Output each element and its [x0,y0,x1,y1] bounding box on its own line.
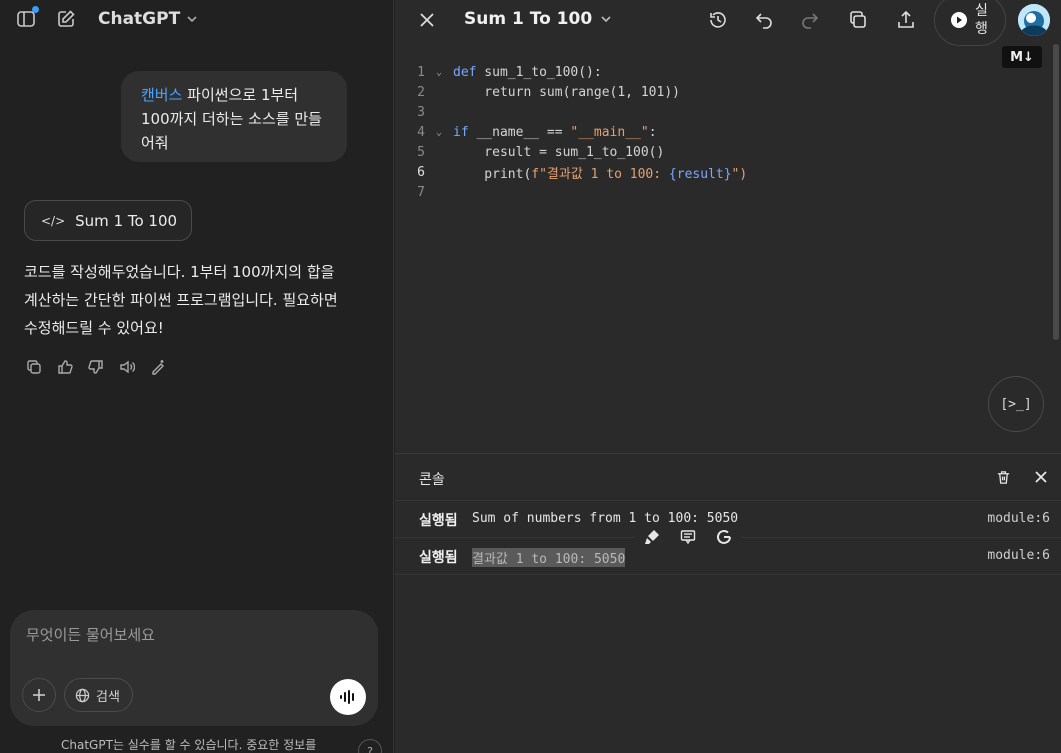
history-icon[interactable] [706,8,730,32]
canvas-tag: 캔버스 [141,86,183,104]
console-source-link[interactable]: module:6 [987,511,1050,526]
code-line: 6 print(f"결과값 1 to 100: {result}") [395,162,747,182]
notification-dot [32,6,39,13]
disclaimer-text: ChatGPT는 실수를 할 수 있습니다. 중요한 정보를 [61,738,317,752]
assistant-message: 코드를 작성해두었습니다. 1부터 100까지의 합을 계산하는 간단한 파이썬… [24,263,338,337]
model-selector[interactable]: ChatGPT [98,9,198,29]
code-token: f"결과값 1 to 100: [531,166,669,182]
sidebar-toggle-icon[interactable] [15,6,39,30]
run-button[interactable]: 실행 [934,0,1006,46]
code-token: result = sum_1_to_100() [453,144,665,160]
chevron-down-icon [601,16,611,23]
undo-icon[interactable] [752,8,776,32]
line-number: 5 [417,144,425,160]
redo-icon[interactable] [798,8,822,32]
composer-input[interactable]: 무엇이든 물어보세요 [26,624,155,645]
doc-title-menu[interactable]: Sum 1 To 100 [464,9,612,29]
trash-icon[interactable] [994,468,1012,486]
line-number: 1 [417,64,425,80]
scrollbar-thumb[interactable] [1053,44,1059,340]
line-number: 4 [417,124,425,140]
code-token: {result} [668,166,732,182]
new-chat-icon[interactable] [55,8,77,30]
fold-chevron-icon[interactable]: ⌄ [425,67,453,78]
run-label: 실행 [975,3,988,37]
code-line: 4 ⌄ if __name__ == "__main__": [395,122,657,142]
console-panel: 콘솔 실행됨 Sum of numbers from 1 to 100: 505… [395,453,1061,753]
highlighter-icon[interactable] [643,528,661,546]
search-label: 검색 [96,689,120,705]
waveform-icon [340,690,354,704]
console-header: 콘솔 [395,454,1061,501]
canvas-pane: Sum 1 To 100 실행 M↓ 1 ⌄ def sum_1_to_100(… [395,0,1061,753]
attach-button[interactable] [22,678,56,712]
code-line: 7 [395,182,453,202]
code-line: 2 return sum(range(1, 101)) [395,82,680,102]
message-actions [24,357,168,377]
copy-icon[interactable] [24,357,44,377]
console-title: 콘솔 [419,472,445,488]
selection-toolbar [635,524,741,550]
doc-title: Sum 1 To 100 [464,9,593,29]
help-button[interactable]: ? [358,739,382,753]
plus-icon [33,689,45,701]
thumbs-down-icon[interactable] [86,357,106,377]
canvas-doc-label: Sum 1 To 100 [75,211,178,230]
copy-icon[interactable] [846,8,870,32]
line-number: 3 [417,104,425,120]
edit-in-canvas-icon[interactable] [148,357,168,377]
search-button[interactable]: 검색 [64,678,133,712]
code-token: __name__ == [468,124,571,140]
code-token: "__main__" [570,124,649,140]
fold-chevron-icon[interactable]: ⌄ [425,127,453,138]
avatar[interactable] [1018,4,1050,36]
code-token: ") [731,166,748,182]
user-message: 캔버스 파이썬으로 1부터 100까지 더하는 소스를 만들어줘 [121,71,347,162]
close-icon[interactable] [417,10,437,30]
code-line: 1 ⌄ def sum_1_to_100(): [395,62,602,82]
code-token: def [453,64,477,80]
code-token: print( [453,166,532,182]
code-token: return sum(range(1, 101)) [453,84,680,100]
line-number: 7 [417,184,425,200]
thumbs-up-icon[interactable] [55,357,75,377]
chatgpt-canvas-app: ChatGPT 캔버스 파이썬으로 1부터 100까지 더하는 소스를 만들어줘… [0,0,1061,753]
google-icon[interactable] [715,528,733,546]
line-number: 2 [417,84,425,100]
comment-icon[interactable] [679,528,697,546]
voice-mode-button[interactable] [330,679,366,715]
chat-topbar: ChatGPT [0,0,394,40]
console-message: 결과값 1 to 100: 5050 [472,548,626,567]
code-token: sum_1_to_100(): [476,64,602,80]
share-icon[interactable] [894,8,918,32]
composer[interactable]: 무엇이든 물어보세요 검색 [10,610,378,726]
code-icon: </> [41,213,66,228]
code-line: 5 result = sum_1_to_100() [395,142,664,162]
code-line: 3 [395,102,453,122]
terminal-button[interactable]: [>_] [988,376,1044,432]
code-token: : [648,124,657,140]
read-aloud-icon[interactable] [117,357,137,377]
canvas-doc-button[interactable]: </> Sum 1 To 100 [24,200,192,241]
console-status: 실행됨 [419,550,458,566]
code-token: if [453,124,469,140]
console-source-link[interactable]: module:6 [987,548,1050,563]
close-icon[interactable] [1032,468,1050,486]
app-title: ChatGPT [98,9,181,29]
editor-scrollbar[interactable] [1051,44,1061,450]
play-icon [951,12,967,28]
console-status: 실행됨 [419,513,458,529]
line-number: 6 [417,164,425,180]
code-editor[interactable]: 1 ⌄ def sum_1_to_100(): 2 return sum(ran… [395,62,1061,452]
chevron-down-icon [187,16,197,23]
chat-pane: ChatGPT 캔버스 파이썬으로 1부터 100까지 더하는 소스를 만들어줘… [0,0,394,753]
globe-icon [75,688,90,702]
canvas-toolbar: Sum 1 To 100 실행 [395,0,1061,46]
